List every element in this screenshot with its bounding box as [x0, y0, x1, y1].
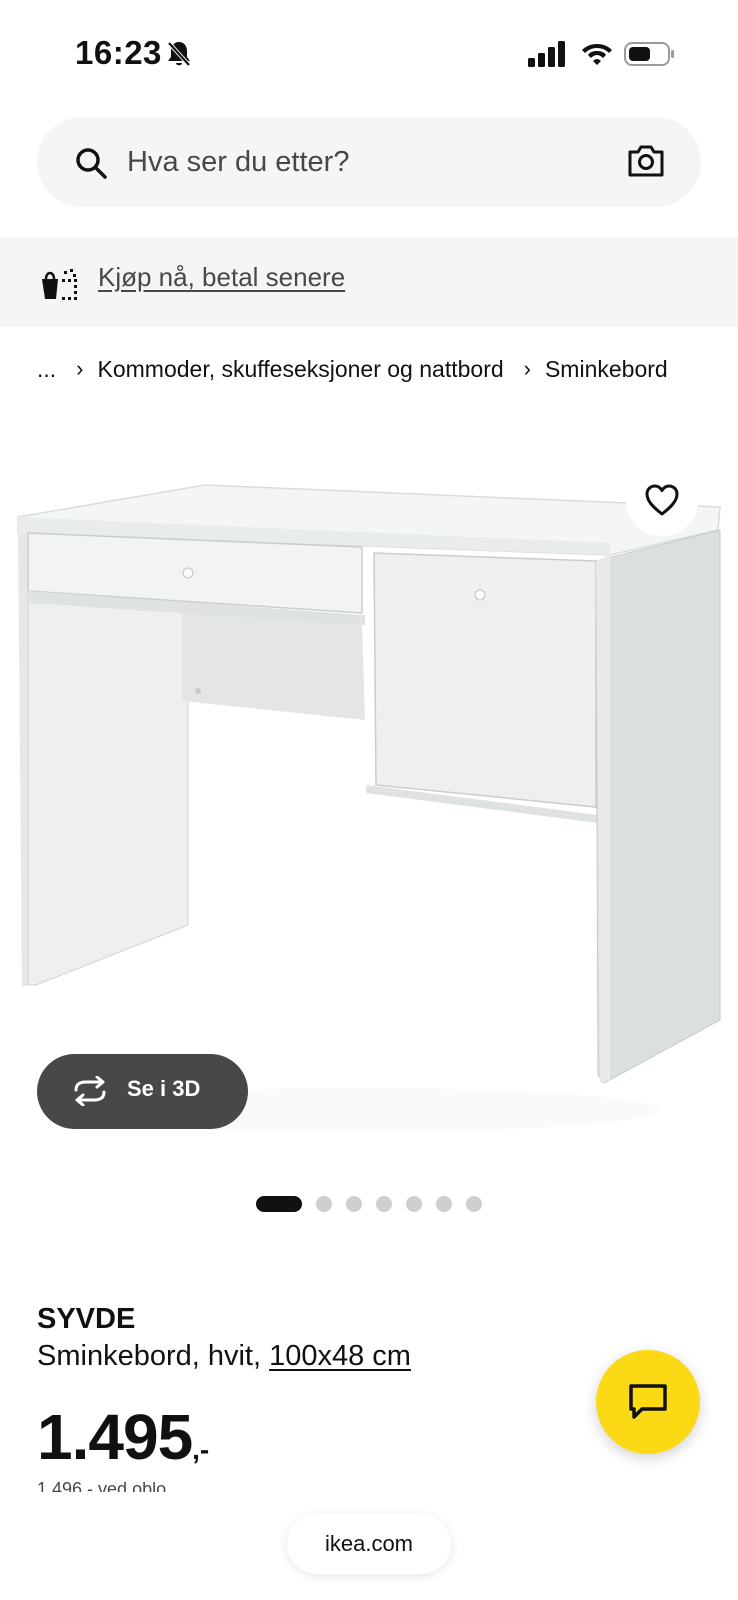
rotate-3d-icon — [74, 1076, 106, 1106]
carousel-dot[interactable] — [466, 1196, 482, 1212]
chat-icon — [629, 1384, 667, 1419]
breadcrumb-item-kommoder[interactable]: Kommoder, skuffeseksjoner og nattbord — [98, 356, 504, 383]
price-note-text: 1.496,- ved oblo... — [37, 1482, 182, 1492]
search-icon — [76, 148, 107, 179]
product-price: 1.495,- — [37, 1400, 209, 1474]
status-time: 16:23 — [75, 34, 162, 71]
chevron-right-icon: › — [523, 356, 531, 381]
status-bar: 16:23 — [0, 0, 738, 100]
price-amount: 1.495 — [37, 1401, 193, 1473]
price-suffix: ,- — [192, 1434, 210, 1465]
heart-icon — [645, 484, 679, 516]
product-type: Sminkebord, hvit, — [37, 1340, 270, 1372]
breadcrumb-ellipsis[interactable]: ... — [37, 356, 56, 383]
product-name: SYVDE — [37, 1303, 136, 1335]
camera-icon[interactable] — [627, 143, 665, 179]
breadcrumb: ... › Kommoder, skuffeseksjoner og nattb… — [37, 352, 668, 386]
shopping-bag-icon — [42, 269, 77, 300]
battery-icon — [624, 42, 674, 66]
carousel-dot-active[interactable] — [256, 1196, 302, 1212]
carousel-dot[interactable] — [376, 1196, 392, 1212]
price-note: 1.496,- ved oblo... — [37, 1482, 181, 1492]
carousel-dot[interactable] — [316, 1196, 332, 1212]
chat-button[interactable] — [596, 1350, 700, 1454]
promo-banner: Kjøp nå, betal senere — [0, 237, 738, 327]
signal-icon — [528, 41, 565, 67]
breadcrumb-item-sminkebord[interactable]: Sminkebord — [545, 356, 668, 383]
product-description: Sminkebord, hvit, 100x48 cm — [37, 1340, 411, 1373]
carousel-dots — [0, 1196, 738, 1212]
carousel-dot[interactable] — [436, 1196, 452, 1212]
carousel-dot[interactable] — [346, 1196, 362, 1212]
carousel-dot[interactable] — [406, 1196, 422, 1212]
search-input[interactable] — [127, 117, 597, 207]
view-in-3d-label: Se i 3D — [127, 1076, 201, 1101]
url-bar[interactable]: ikea.com — [287, 1514, 451, 1574]
buy-now-pay-later-link[interactable]: Kjøp nå, betal senere — [98, 262, 345, 293]
favorite-button[interactable] — [626, 464, 698, 536]
chevron-right-icon: › — [76, 356, 84, 381]
product-dimensions-link[interactable]: 100x48 cm — [269, 1340, 411, 1372]
search-bar[interactable] — [37, 117, 701, 207]
view-in-3d-button[interactable]: Se i 3D — [37, 1054, 248, 1129]
wifi-icon — [582, 44, 612, 65]
bell-slash-icon — [167, 41, 191, 67]
